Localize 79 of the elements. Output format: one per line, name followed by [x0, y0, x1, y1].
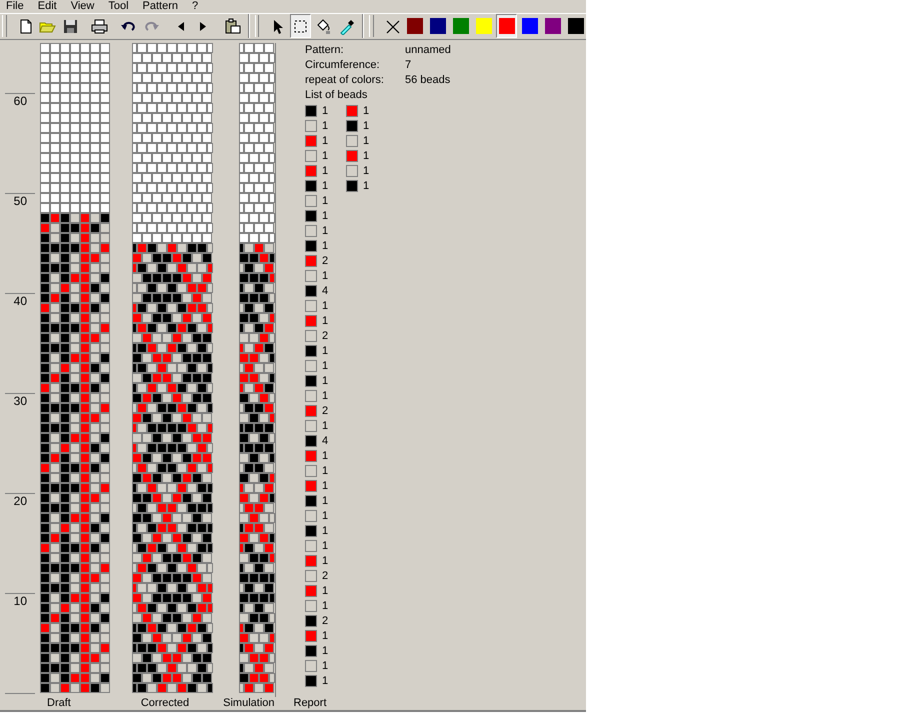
view-label: Draft: [47, 697, 71, 710]
bead-count: 1: [322, 495, 330, 508]
bead-count: 1: [363, 105, 370, 118]
bead-count: 1: [322, 135, 330, 148]
row-number: 10: [14, 594, 27, 610]
bead-count: 1: [322, 600, 330, 612]
row-number: 60: [14, 94, 27, 110]
bead-count: 1: [322, 375, 330, 388]
bead-count: 1: [322, 120, 330, 132]
bead-count: 1: [322, 180, 330, 192]
bead-count: 1: [322, 510, 330, 522]
view-label: Report: [294, 697, 327, 710]
view-label: Corrected: [140, 697, 190, 710]
info-label: Pattern:: [305, 44, 345, 56]
bead-count: 1: [322, 300, 330, 312]
bead-count: 1: [322, 660, 330, 672]
printer-icon: [91, 18, 108, 35]
bead-count: 1: [322, 105, 330, 118]
bead-count: 1: [322, 555, 330, 568]
bead-count: 1: [322, 420, 330, 432]
bead-count: 2: [322, 570, 330, 582]
bead-count: 1: [322, 630, 330, 642]
cross-icon: [384, 18, 401, 35]
bead-count: 1: [322, 390, 330, 402]
bead-count: 1: [322, 210, 330, 222]
row-number: 30: [14, 394, 27, 410]
menu-item[interactable]: Pattern: [142, 0, 178, 12]
bead-count: 1: [322, 225, 330, 238]
menu-item[interactable]: View: [70, 0, 94, 12]
view-label: Simulation: [223, 697, 274, 710]
bead-count: 1: [363, 120, 370, 132]
bead-count: 1: [322, 240, 330, 252]
bead-count: 2: [322, 330, 330, 342]
bead-count: 1: [363, 135, 370, 148]
bead-count: 1: [322, 675, 330, 688]
bead-count: 1: [322, 480, 330, 492]
bead-count: 1: [322, 645, 330, 658]
left-triangle-icon: [178, 22, 184, 31]
info-value: 7: [405, 59, 412, 72]
dashed-rectangle-icon: [292, 18, 310, 35]
bead-count: 1: [322, 525, 330, 538]
row-number: 40: [14, 294, 27, 310]
bead-count: 1: [322, 315, 330, 328]
menu-item[interactable]: ?: [192, 0, 198, 12]
row-number: 20: [14, 494, 27, 510]
bead-count: 1: [363, 165, 370, 178]
bead-count: 1: [363, 180, 370, 192]
bead-count: 4: [322, 435, 330, 448]
bead-count: 1: [322, 270, 330, 282]
color-swatch-button[interactable]: [496, 14, 518, 38]
right-triangle-icon: [200, 22, 206, 31]
menu-item[interactable]: Tool: [108, 0, 129, 12]
eyedropper-icon: [338, 18, 356, 35]
bead-count: 1: [322, 345, 330, 358]
bead-count: 1: [322, 150, 330, 162]
clipboard-icon: [224, 18, 241, 35]
tool-button[interactable]: [290, 14, 312, 38]
bead-count: 1: [322, 450, 330, 462]
paint-bucket-icon: [315, 18, 332, 35]
info-value: unnamed: [405, 44, 451, 56]
bead-count: 2: [322, 255, 330, 268]
bead-count: 1: [322, 540, 330, 552]
bead-count: 1: [322, 585, 330, 598]
save-icon: [62, 18, 80, 35]
bead-count: 2: [322, 405, 330, 418]
menu-item[interactable]: File: [6, 0, 24, 12]
bead-count: 1: [322, 465, 330, 478]
row-number: 50: [14, 194, 27, 210]
list-title: List of beads: [305, 88, 368, 103]
bead-count: 1: [363, 150, 370, 162]
bead-count: 1: [322, 165, 330, 178]
info-value: 56 beads: [405, 74, 450, 86]
menu-item[interactable]: Edit: [38, 0, 57, 12]
bead-count: 2: [322, 615, 330, 628]
bead-count: 1: [322, 360, 330, 372]
info-label: repeat of colors:: [305, 74, 385, 86]
bead-count: 4: [322, 285, 330, 298]
info-label: Circumference:: [305, 59, 381, 72]
bead-count: 1: [322, 195, 330, 208]
